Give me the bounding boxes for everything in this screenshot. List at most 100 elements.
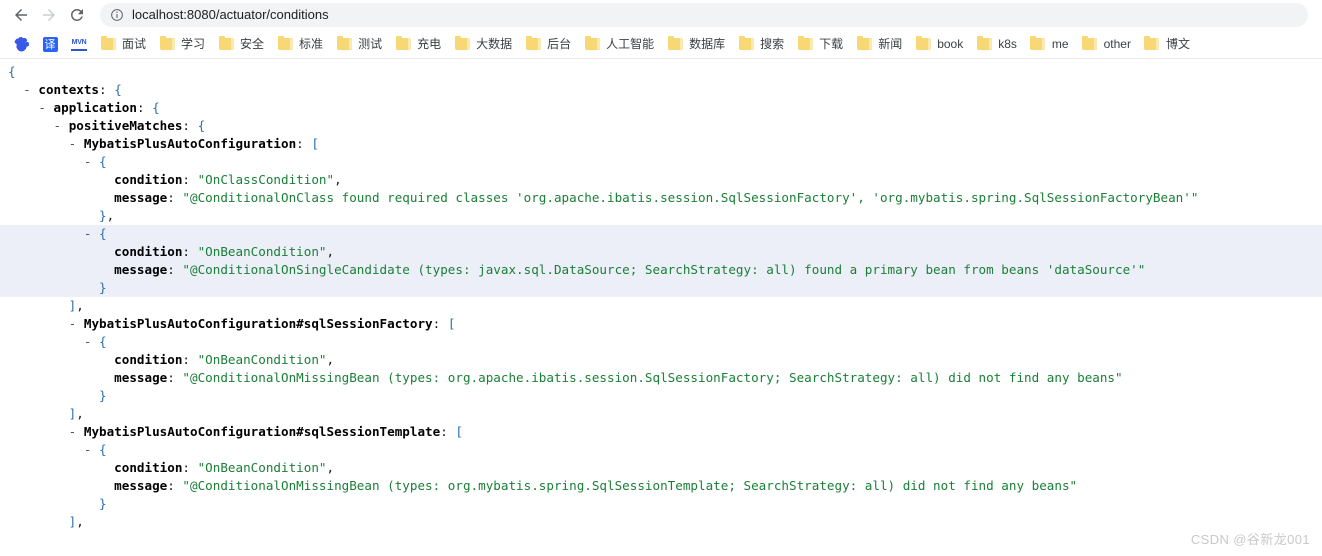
json-line: - positiveMatches: { xyxy=(53,118,206,133)
bookmark-label: 大数据 xyxy=(476,37,513,51)
back-arrow-icon xyxy=(15,9,27,21)
json-line: ], xyxy=(68,514,84,529)
json-line: condition: "OnClassCondition", xyxy=(114,172,342,187)
bookmark-item[interactable]: 博文 xyxy=(1138,33,1196,55)
bookmark-item[interactable]: 面试 xyxy=(94,33,152,55)
folder-icon xyxy=(218,36,234,52)
json-response-viewer[interactable]: { - contexts: { - application: { - posit… xyxy=(0,59,1322,555)
json-line: - MybatisPlusAutoConfiguration#sqlSessio… xyxy=(68,424,463,439)
json-line: - contexts: { xyxy=(23,82,122,97)
json-line-highlighted: condition: "OnBeanCondition", xyxy=(0,243,1322,261)
bookmark-label: 学习 xyxy=(181,37,206,51)
watermark: CSDN @谷新龙001 xyxy=(1190,532,1310,547)
bookmark-label: 安全 xyxy=(240,37,265,51)
folder-icon xyxy=(915,36,931,52)
folder-icon xyxy=(100,36,116,52)
folder-icon xyxy=(667,36,683,52)
json-line-highlighted: } xyxy=(0,279,1322,297)
json-line: - MybatisPlusAutoConfiguration: [ xyxy=(68,136,319,151)
folder-icon xyxy=(584,36,600,52)
bookmark-item[interactable]: me xyxy=(1024,33,1075,55)
json-line: ], xyxy=(68,298,84,313)
bookmark-item[interactable]: 数据库 xyxy=(661,33,731,55)
json-line: }, xyxy=(99,208,115,223)
json-body: { - contexts: { - application: { - posit… xyxy=(0,63,1322,531)
bookmark-item[interactable]: 译 xyxy=(36,33,64,55)
bookmark-label: book xyxy=(937,37,964,51)
json-line: - MybatisPlusAutoConfiguration#sqlSessio… xyxy=(68,316,456,331)
folder-icon xyxy=(277,36,293,52)
translate-icon: 译 xyxy=(42,36,58,52)
bookmark-label: 新闻 xyxy=(878,37,903,51)
bookmark-label: 标准 xyxy=(299,37,324,51)
forward-button xyxy=(36,2,62,28)
browser-window: localhost:8080/actuator/conditions 译 MVN 面… xyxy=(0,0,1322,556)
bookmark-label: 搜索 xyxy=(760,37,785,51)
json-line: - application: { xyxy=(38,100,160,115)
folder-icon xyxy=(395,36,411,52)
forward-arrow-icon xyxy=(43,9,55,21)
bookmark-label: k8s xyxy=(998,37,1017,51)
browser-toolbar: localhost:8080/actuator/conditions xyxy=(0,0,1322,30)
bookmark-item[interactable]: MVN xyxy=(65,33,93,55)
json-line: } xyxy=(99,496,107,511)
bookmark-label: 数据库 xyxy=(689,37,726,51)
bookmark-item[interactable]: 学习 xyxy=(153,33,211,55)
json-line-highlighted: message: "@ConditionalOnSingleCandidate … xyxy=(0,261,1322,279)
bookmark-label: 下载 xyxy=(819,37,844,51)
folder-icon xyxy=(1144,36,1160,52)
url-text: localhost:8080/actuator/conditions xyxy=(132,7,329,22)
bookmark-item[interactable]: 后台 xyxy=(519,33,577,55)
bookmark-item[interactable]: book xyxy=(909,33,969,55)
reload-icon xyxy=(70,8,83,21)
bookmark-item[interactable]: other xyxy=(1076,33,1137,55)
bookmark-item[interactable]: 搜索 xyxy=(732,33,790,55)
bookmark-label: 博文 xyxy=(1165,37,1190,51)
reload-button[interactable] xyxy=(64,2,90,28)
bookmark-item[interactable]: 新闻 xyxy=(850,33,908,55)
folder-icon xyxy=(336,36,352,52)
json-line: message: "@ConditionalOnClass found requ… xyxy=(114,190,1199,205)
bookmark-item[interactable]: 测试 xyxy=(330,33,388,55)
json-line: condition: "OnBeanCondition", xyxy=(114,460,335,475)
folder-icon xyxy=(525,36,541,52)
back-button[interactable] xyxy=(8,2,34,28)
site-info-icon[interactable] xyxy=(110,8,124,22)
maven-icon: MVN xyxy=(71,36,87,52)
bookmark-label: 面试 xyxy=(122,37,147,51)
json-line: ], xyxy=(68,406,84,421)
json-line: message: "@ConditionalOnMissingBean (typ… xyxy=(114,478,1078,493)
bookmark-item[interactable]: 安全 xyxy=(212,33,270,55)
json-line: } xyxy=(99,388,107,403)
folder-icon xyxy=(976,36,992,52)
bookmark-label: 充电 xyxy=(417,37,442,51)
folder-icon xyxy=(797,36,813,52)
bookmark-label: 测试 xyxy=(358,37,383,51)
address-bar[interactable]: localhost:8080/actuator/conditions xyxy=(100,3,1308,27)
bookmark-item[interactable]: 充电 xyxy=(389,33,447,55)
json-line: { xyxy=(8,64,16,79)
folder-icon xyxy=(454,36,470,52)
folder-icon xyxy=(1030,36,1046,52)
folder-icon xyxy=(738,36,754,52)
json-line: - { xyxy=(83,154,107,169)
json-line: - { xyxy=(83,442,107,457)
bookmark-label: 后台 xyxy=(547,37,572,51)
folder-icon xyxy=(856,36,872,52)
bookmark-label: other xyxy=(1103,37,1131,51)
bookmark-label: 人工智能 xyxy=(606,37,655,51)
folder-icon xyxy=(1082,36,1098,52)
bookmark-item[interactable]: 下载 xyxy=(791,33,849,55)
baidu-icon xyxy=(13,36,29,52)
bookmarks-bar: 译 MVN 面试 学习 安全 标准 测试 充电 大数据 后台 人工智能 数据库 搜索 下载 新闻 book k8… xyxy=(0,30,1322,59)
json-line: condition: "OnBeanCondition", xyxy=(114,352,335,367)
bookmark-item[interactable]: k8s xyxy=(970,33,1023,55)
bookmark-item[interactable]: 标准 xyxy=(271,33,329,55)
folder-icon xyxy=(159,36,175,52)
json-line-highlighted: - { xyxy=(0,225,1322,243)
json-line: message: "@ConditionalOnMissingBean (typ… xyxy=(114,370,1123,385)
bookmark-item[interactable]: 大数据 xyxy=(448,33,518,55)
bookmark-item[interactable] xyxy=(7,33,35,55)
json-line: - { xyxy=(83,334,107,349)
bookmark-item[interactable]: 人工智能 xyxy=(578,33,660,55)
